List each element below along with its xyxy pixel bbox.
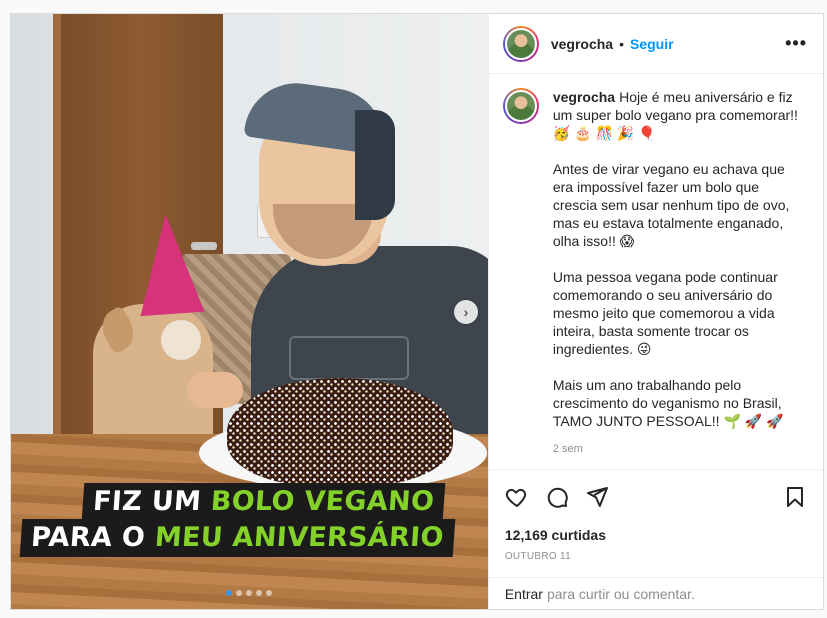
- banner-line-2-white: PARA O: [29, 522, 147, 553]
- caption-paragraph: vegrocha Hoje é meu aniversário e fiz um …: [553, 88, 805, 142]
- banner-line-2-green: MEU ANIVERSÁRIO: [153, 522, 445, 553]
- post-date[interactable]: OUTUBRO 11: [489, 547, 823, 577]
- banner-line-1-green: BOLO VEGANO: [209, 486, 436, 517]
- action-bar: [488, 469, 823, 523]
- caption-avatar[interactable]: [502, 88, 539, 124]
- banner-line-1: FIZ UM BOLO VEGANO: [81, 483, 446, 521]
- caption: vegrocha Hoje é meu aniversário e fiz um …: [489, 74, 823, 469]
- carousel-dot: [226, 590, 233, 596]
- comment-bar: Entrar para curtir ou comentar.: [488, 577, 823, 609]
- login-link[interactable]: Entrar: [505, 586, 543, 602]
- cap-brim: [355, 110, 395, 220]
- comment-prompt: para curtir ou comentar.: [546, 585, 695, 602]
- header-username[interactable]: vegrocha: [551, 36, 613, 52]
- caption-body: vegrocha Hoje é meu aniversário e fiz um …: [553, 88, 805, 469]
- comment-button[interactable]: [545, 485, 569, 509]
- caption-paragraph: Antes de virar vegano eu achava que era …: [552, 161, 790, 249]
- banner-line-2: PARA O MEU ANIVERSÁRIO: [19, 519, 456, 557]
- heart-icon: [505, 488, 526, 507]
- follow-button[interactable]: Seguir: [630, 36, 674, 52]
- carousel-dot: [246, 590, 253, 596]
- like-button[interactable]: [505, 485, 529, 509]
- caption-username[interactable]: vegrocha: [553, 89, 615, 105]
- avatar-image: [504, 90, 537, 122]
- carousel-dot: [256, 590, 263, 596]
- avatar[interactable]: [502, 25, 539, 62]
- caption-paragraph: Mais um ano trabalhando pelo crescimento…: [552, 377, 784, 429]
- hand: [187, 372, 243, 408]
- likes-count[interactable]: 12,169 curtidas: [489, 523, 823, 547]
- caption-time[interactable]: 2 sem: [553, 440, 805, 458]
- party-hat: [133, 211, 205, 317]
- more-icon: •••: [785, 33, 807, 53]
- caption-paragraph: Uma pessoa vegana pode continuar comemor…: [552, 269, 778, 357]
- comment-icon: [547, 487, 568, 508]
- post-media[interactable]: FIZ UM BOLO VEGANO PARA O MEU ANIVERSÁRI…: [11, 14, 488, 609]
- shirt-print: [289, 336, 409, 380]
- cake: [227, 378, 453, 486]
- more-options-button[interactable]: •••: [785, 33, 807, 54]
- chevron-right-icon: ›: [463, 304, 469, 320]
- carousel-dot: [236, 590, 243, 596]
- save-button[interactable]: [783, 485, 807, 509]
- post-side-panel: vegrocha • Seguir ••• vegrocha Hoje é meu…: [487, 14, 823, 609]
- avatar-image: [504, 27, 537, 60]
- post-header: vegrocha • Seguir •••: [488, 14, 823, 74]
- bookmark-icon: [787, 486, 803, 507]
- share-button[interactable]: [585, 485, 609, 509]
- share-icon: [586, 486, 608, 507]
- dog-snout: [161, 320, 201, 360]
- carousel-next-button[interactable]: ›: [454, 300, 478, 324]
- banner-line-1-white: FIZ UM: [91, 486, 203, 517]
- carousel-indicator: [11, 590, 488, 596]
- post-dialog: FIZ UM BOLO VEGANO PARA O MEU ANIVERSÁRI…: [10, 13, 824, 610]
- header-separator: •: [619, 35, 624, 52]
- carousel-dot: [266, 590, 273, 596]
